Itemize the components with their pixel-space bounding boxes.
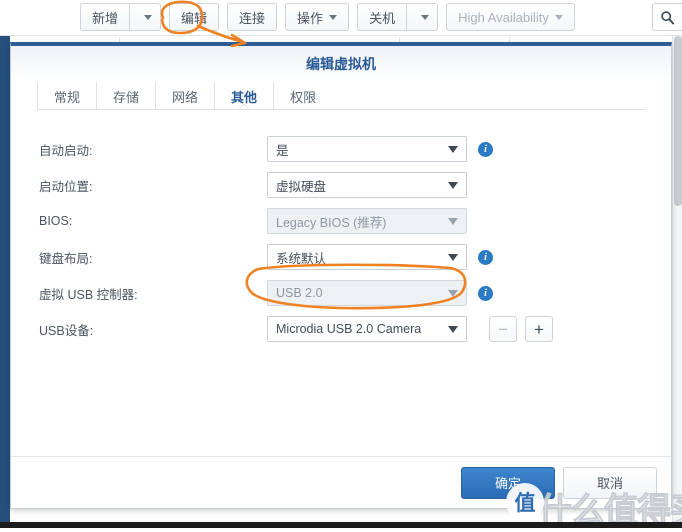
keyboard-layout-value: 系统默认	[276, 251, 327, 266]
create-button[interactable]: 新增	[80, 3, 130, 31]
chevron-down-icon	[448, 181, 458, 189]
dialog-footer: 确定 取消	[11, 456, 671, 508]
connect-button-label: 连接	[239, 10, 266, 26]
keyboard-layout-select[interactable]: 系统默认	[267, 244, 467, 270]
edit-button[interactable]: 编辑	[169, 3, 220, 31]
tab-other-label: 其他	[231, 89, 258, 105]
virtual-usb-controller-info-icon[interactable]: i	[478, 285, 493, 301]
create-split-button[interactable]: 新增	[80, 3, 162, 31]
chevron-down-icon	[448, 253, 458, 261]
form-row-keyboard-layout: 键盘布局: 系统默认 i	[39, 244, 661, 270]
tab-general-label: 常规	[54, 89, 81, 105]
high-availability-menu-button[interactable]: High Availability	[446, 3, 575, 31]
form-row-auto-start: 自动启动: 是 i	[39, 136, 661, 162]
connect-button[interactable]: 连接	[227, 3, 278, 31]
application-page: 新增 编辑 连接 操作 关机 High Availability 编辑虚拟机 常…	[0, 0, 682, 532]
form-row-bios: BIOS: Legacy BIOS (推荐)	[39, 208, 661, 234]
form-row-boot-location: 启动位置: 虚拟硬盘	[39, 172, 661, 198]
create-button-label: 新增	[92, 10, 119, 26]
virtual-usb-controller-label: 虚拟 USB 控制器:	[39, 287, 138, 302]
edit-vm-dialog: 编辑虚拟机 常规 存储 网络 其他 权限 自动启动: 是 i 启动位置: 虚拟硬…	[10, 42, 672, 509]
ok-button-label: 确定	[494, 476, 521, 491]
high-availability-label: High Availability	[458, 9, 549, 25]
dialog-title: 编辑虚拟机	[306, 56, 376, 72]
chevron-down-icon	[448, 145, 458, 153]
edit-button-label: 编辑	[181, 10, 208, 26]
vm-manager-toolbar: 新增 编辑 连接 操作 关机 High Availability	[0, 0, 682, 36]
chevron-down-icon	[448, 217, 458, 225]
virtual-usb-controller-value: USB 2.0	[276, 286, 323, 300]
shutdown-dropdown-toggle[interactable]	[406, 3, 439, 31]
usb-device-label: USB设备:	[39, 323, 94, 338]
tab-network[interactable]: 网络	[155, 82, 214, 110]
cancel-button[interactable]: 取消	[563, 466, 657, 499]
chevron-down-icon	[448, 289, 458, 297]
cancel-button-label: 取消	[596, 476, 623, 491]
auto-start-value: 是	[276, 143, 289, 158]
ok-button[interactable]: 确定	[461, 466, 555, 499]
usb-device-value: Microdia USB 2.0 Camera	[276, 322, 422, 336]
create-dropdown-toggle[interactable]	[129, 3, 162, 31]
chevron-down-icon	[421, 14, 430, 20]
actions-menu-label: 操作	[297, 10, 324, 26]
actions-menu-button[interactable]: 操作	[285, 3, 350, 31]
search-icon	[661, 10, 675, 24]
chevron-down-icon	[448, 325, 458, 333]
bios-select[interactable]: Legacy BIOS (推荐)	[267, 208, 467, 234]
dialog-tab-bar: 常规 存储 网络 其他 权限	[11, 82, 671, 111]
keyboard-layout-info-icon[interactable]: i	[478, 249, 493, 265]
form-row-virtual-usb-controller: 虚拟 USB 控制器: USB 2.0 i	[39, 280, 661, 306]
virtual-usb-controller-select[interactable]: USB 2.0	[267, 280, 467, 306]
tab-permissions-label: 权限	[290, 89, 317, 105]
search-input[interactable]	[652, 3, 682, 31]
shutdown-split-button[interactable]: 关机	[357, 3, 439, 31]
bios-label: BIOS:	[39, 214, 73, 228]
dialog-header: 编辑虚拟机	[11, 46, 671, 82]
plus-icon: +	[534, 319, 544, 339]
auto-start-info-icon[interactable]: i	[478, 141, 493, 157]
usb-device-select[interactable]: Microdia USB 2.0 Camera	[267, 316, 467, 342]
boot-location-value: 虚拟硬盘	[276, 179, 327, 194]
tab-storage-label: 存储	[113, 89, 140, 105]
page-scrollbar[interactable]	[672, 36, 682, 528]
usb-device-add-button[interactable]: +	[525, 316, 553, 342]
tab-permissions[interactable]: 权限	[273, 82, 332, 110]
chevron-down-icon	[144, 14, 153, 20]
tab-storage[interactable]: 存储	[96, 82, 155, 110]
keyboard-layout-label: 键盘布局:	[39, 251, 93, 266]
chevron-down-icon	[329, 14, 338, 20]
tab-other[interactable]: 其他	[214, 82, 273, 111]
form-row-usb-device: USB设备: Microdia USB 2.0 Camera − +	[39, 316, 661, 342]
auto-start-label: 自动启动:	[39, 143, 93, 158]
tab-network-label: 网络	[172, 89, 199, 105]
shutdown-button[interactable]: 关机	[357, 3, 407, 31]
tab-general[interactable]: 常规	[37, 82, 96, 110]
left-navigation-rail	[0, 36, 10, 528]
page-scrollbar-thumb[interactable]	[674, 36, 682, 206]
chevron-down-icon	[554, 14, 563, 20]
bios-value: Legacy BIOS (推荐)	[276, 215, 387, 230]
dialog-body: 自动启动: 是 i 启动位置: 虚拟硬盘 BIOS: Legacy BIOS (…	[11, 110, 671, 475]
usb-device-remove-button[interactable]: −	[489, 316, 517, 342]
boot-location-label: 启动位置:	[39, 179, 93, 194]
boot-location-select[interactable]: 虚拟硬盘	[267, 172, 467, 198]
desktop-taskbar-sliver	[0, 522, 682, 528]
minus-icon: −	[498, 319, 508, 339]
auto-start-select[interactable]: 是	[267, 136, 467, 162]
shutdown-button-label: 关机	[369, 10, 396, 26]
